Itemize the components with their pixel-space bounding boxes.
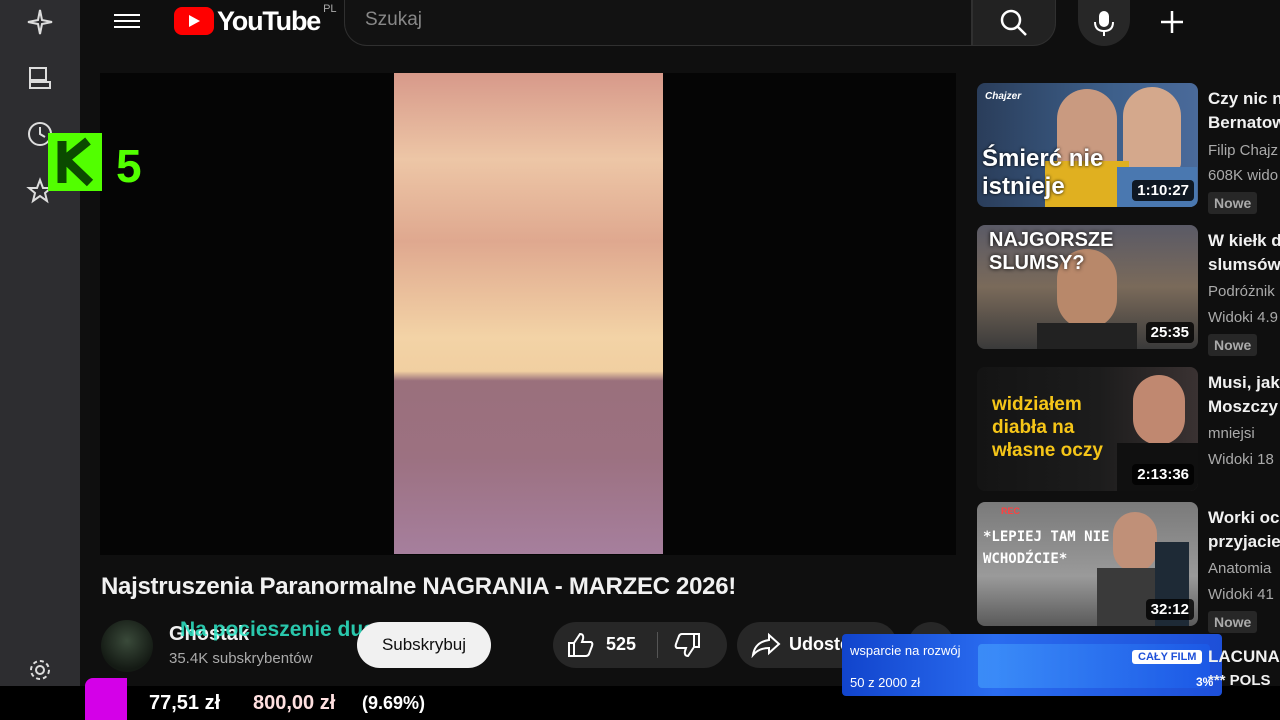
play-logo-icon [174,7,214,35]
recommendation-views: Widoki 4.9 [1208,309,1279,326]
recommendation-channel[interactable]: Podróżnik [1208,283,1280,300]
recommendation-title-line2[interactable]: Bernatow [1208,111,1280,135]
video-thumbnail[interactable]: NAJGORSZE SLUMSY? 25:35 [977,225,1198,349]
thumbnail-caption: Śmierć nie istnieje [982,145,1104,200]
sparkle-icon[interactable] [24,6,56,38]
app-root: YouTube PL 5 Najstruszenia Paranormalne … [0,0,1280,720]
k5-number: 5 [116,140,142,192]
recommendation-title[interactable]: Worki oc [1208,506,1280,530]
search-icon [1000,9,1027,36]
video-duration: 32:12 [1145,599,1194,620]
k-logo-block [48,133,102,191]
recommendation-views: Widoki 18 [1208,451,1274,468]
recommendation-item[interactable]: NAJGORSZE SLUMSY? 25:35 W kiełk d slumsó… [977,225,1280,356]
country-code: PL [323,3,337,15]
thumbnail-brand: Chajzer [985,91,1022,102]
video-title: Najstruszenia Paranormalne NAGRANIA - MA… [101,573,736,600]
recommendation-channel[interactable]: Filip Chajz [1208,142,1280,159]
recommendation-item[interactable]: widziałem diabła na własne oczy 2:13:36 … [977,367,1280,493]
create-button[interactable] [1158,8,1200,36]
share-icon [751,632,781,663]
thumbs-down-icon [674,633,700,658]
new-badge: Nowe [1208,192,1258,214]
new-badge: Nowe [1208,611,1258,633]
recommendation-channel[interactable]: Anatomia [1208,560,1280,577]
video-duration: 25:35 [1145,322,1194,343]
recommendation-title-line2[interactable]: przyjacie [1208,530,1280,554]
recommendation-channel[interactable]: mniejsi [1208,425,1280,442]
subscriber-count: 35.4K subskrybentów [169,650,313,667]
thumbnail-caption: widziałem diabła na własne oczy [992,394,1103,461]
recommendation-title[interactable]: Musi, jak [1208,371,1280,395]
amount-percent: (9.69%) [362,693,426,713]
video-thumbnail[interactable]: REC *LEPIEJ TAM NIE WCHODŹCIE* 32:12 [977,502,1198,626]
settings-gear-icon[interactable] [24,654,56,686]
recommendation-item[interactable]: REC *LEPIEJ TAM NIE WCHODŹCIE* 32:12 Wor… [977,502,1280,633]
dislike-button[interactable] [673,632,701,663]
editor-icon[interactable] [24,62,56,94]
magenta-block [85,678,127,720]
amount-collected: 77,51 zł [149,692,221,714]
donation-progress: 50 z 2000 zł [850,675,921,690]
person-figure [1113,512,1157,572]
subscribe-button[interactable]: Subskrybuj [357,622,491,668]
stream-k5-logo: 5 [48,133,148,193]
thumbs-up-icon [568,632,594,657]
like-button[interactable] [567,632,595,658]
donation-badge: CAŁY FILM [1132,650,1203,664]
recommendation-title-line2[interactable]: slumsów [1208,253,1280,277]
recommendation-views: Widoki 41 [1208,586,1274,603]
recommendation-title[interactable]: Czy nic n [1208,87,1280,111]
like-dislike-group: 525 [553,622,727,668]
rec-indicator: REC [1001,506,1021,516]
search-input[interactable] [365,9,925,31]
thumbnail-caption: *LEPIEJ TAM NIE WCHODŹCIE* [983,529,1110,567]
person-figure [1133,375,1185,445]
donation-text: wsparcie na rozwój [850,643,961,658]
thumbnail-caption: NAJGORSZE SLUMSY? [989,229,1114,274]
recommendation-title-partial[interactable]: LACUNA [1208,647,1280,667]
microphone-icon [1094,11,1114,36]
recommendation-subtitle-partial: *** POLS [1208,672,1271,689]
person-figure [1123,87,1181,171]
like-count: 525 [606,634,637,654]
left-rail [0,0,80,686]
video-duration: 2:13:36 [1132,464,1194,485]
video-thumbnail[interactable]: Chajzer Śmierć nie istnieje 1:10:27 [977,83,1198,207]
search-box [344,0,972,46]
recommendation-title[interactable]: W kiełk d [1208,229,1280,253]
recommendation-item[interactable]: Chajzer Śmierć nie istnieje 1:10:27 Czy … [977,83,1280,214]
recommendation-title-line2[interactable]: Moszczy [1208,395,1280,419]
channel-avatar[interactable] [101,620,153,672]
plus-icon [1161,11,1183,33]
like-divider [657,632,658,658]
menu-icon[interactable] [114,10,140,32]
new-badge: Nowe [1208,334,1258,356]
donation-goal-widget: wsparcie na rozwój 50 z 2000 zł CAŁY FIL… [842,634,1222,696]
video-frame[interactable] [394,73,663,554]
video-duration: 1:10:27 [1132,180,1194,201]
amount-goal: 800,00 zł [253,692,336,714]
video-thumbnail[interactable]: widziałem diabła na własne oczy 2:13:36 [977,367,1198,491]
logo-text: YouTube [217,5,321,36]
search-button[interactable] [972,0,1056,46]
youtube-logo[interactable]: YouTube PL [174,3,337,36]
recommendation-views: 608K wido [1208,167,1279,184]
shirt-shape [1037,323,1137,349]
